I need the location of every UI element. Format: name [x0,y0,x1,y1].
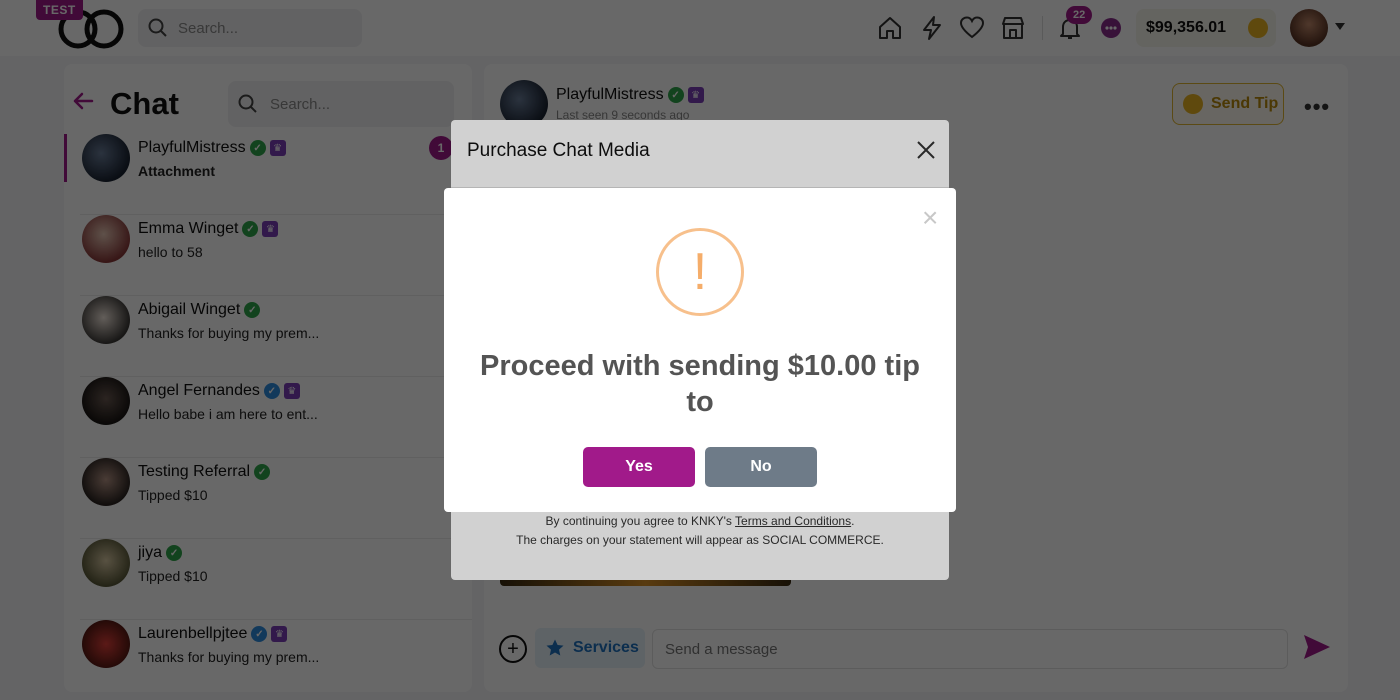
yes-button[interactable]: Yes [583,447,695,487]
no-button[interactable]: No [705,447,817,487]
close-icon[interactable]: × [922,204,938,232]
confirm-tip-dialog: × ! Proceed with sending $10.00 tip to Y… [444,188,956,512]
confirm-message: Proceed with sending $10.00 tip to [480,350,920,418]
warning-icon: ! [656,228,744,316]
